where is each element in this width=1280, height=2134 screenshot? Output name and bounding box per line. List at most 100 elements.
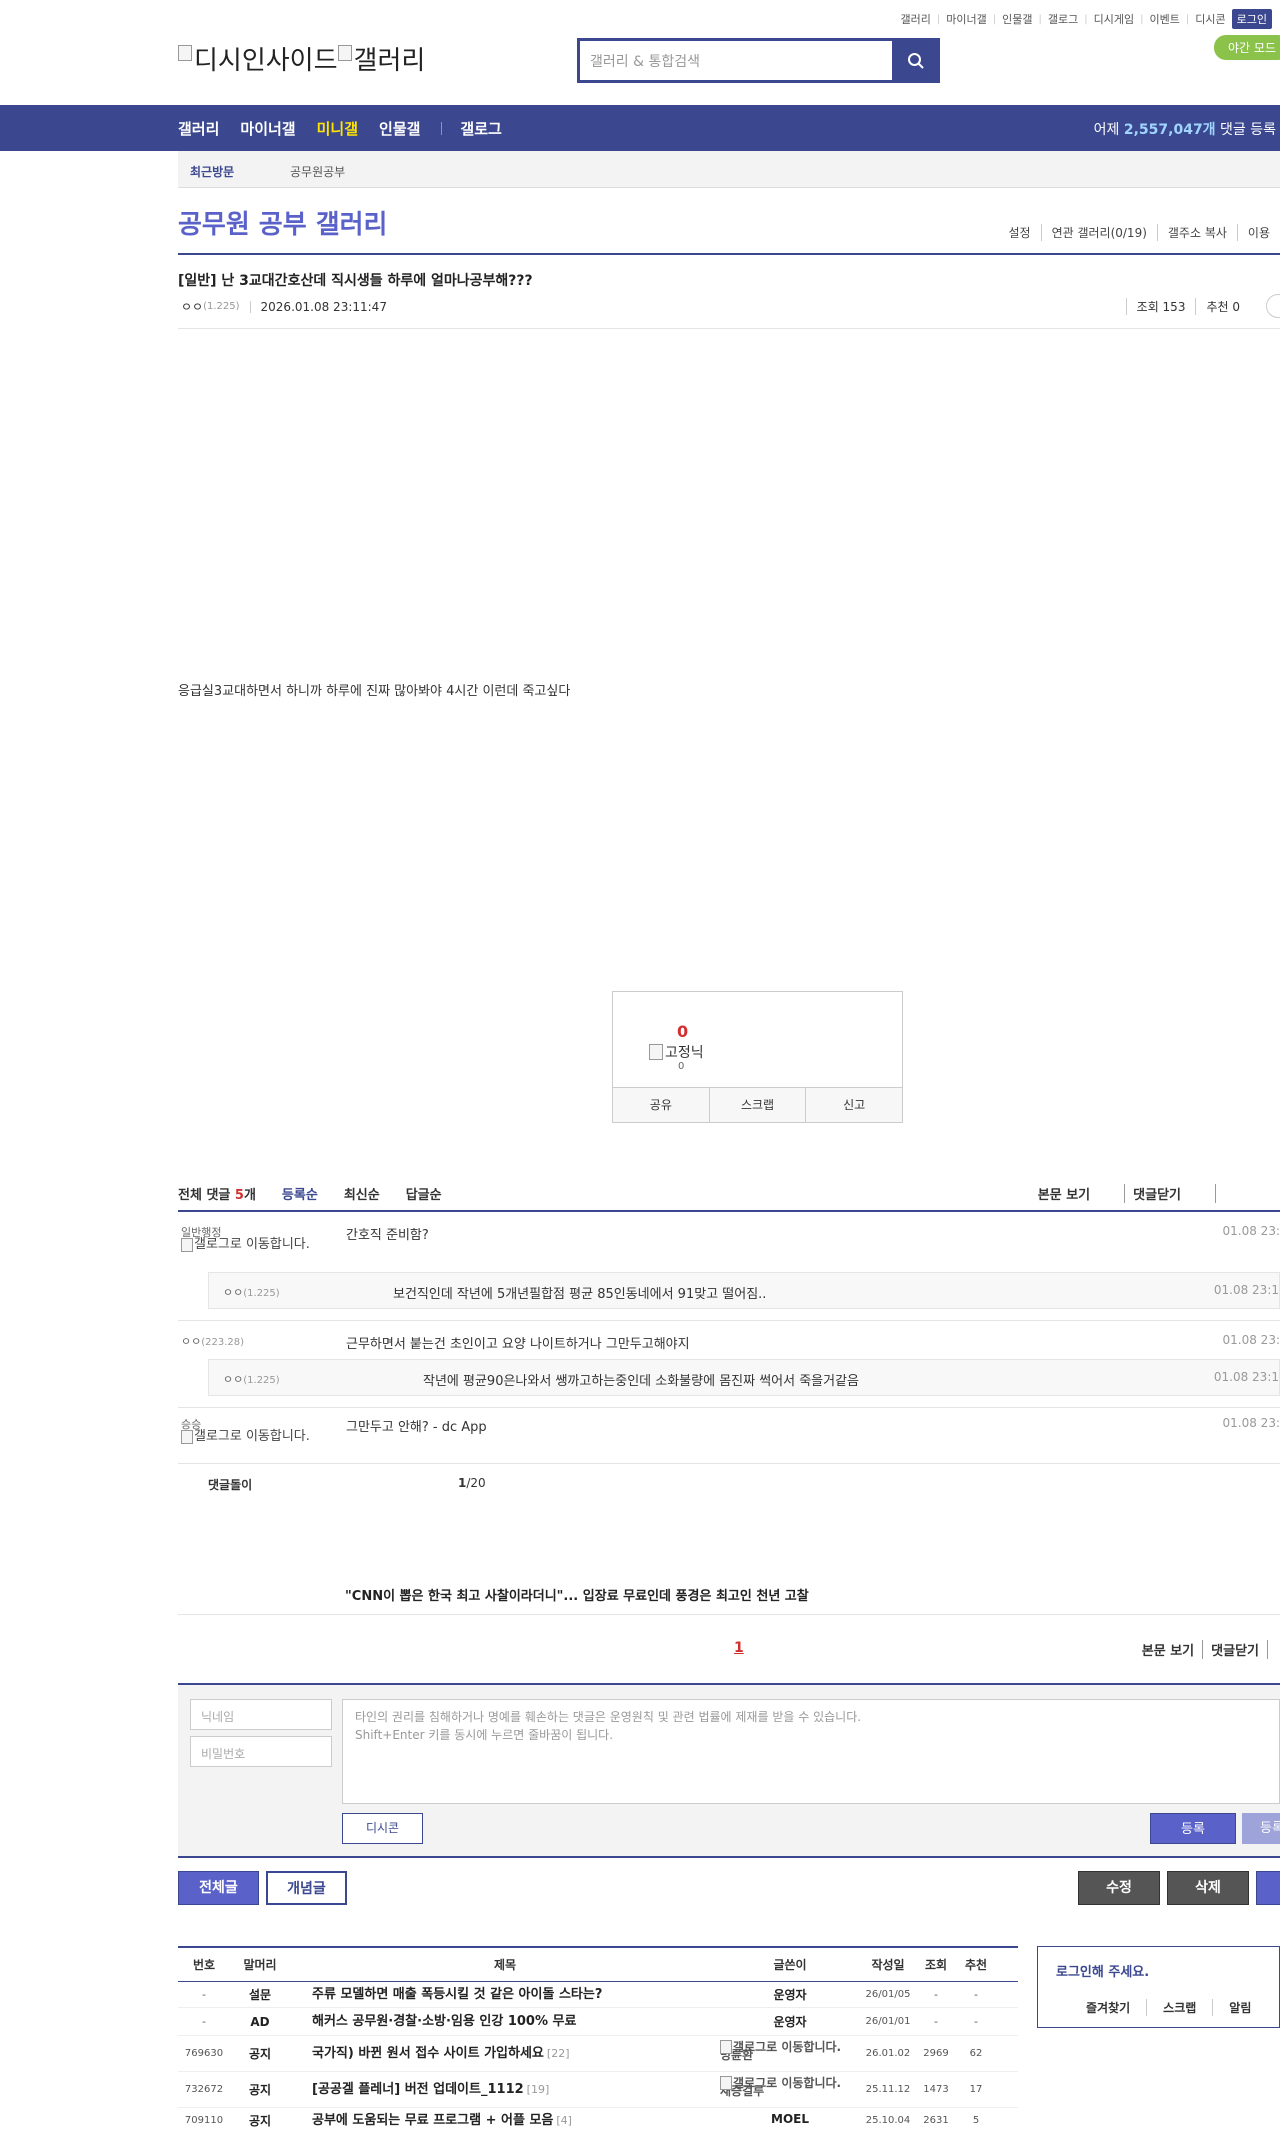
comment-date: 01.08 23:	[1222, 1333, 1280, 1347]
dccon-button[interactable]: 디시콘	[342, 1813, 423, 1844]
row-views: 2631	[923, 2115, 949, 2126]
search-button[interactable]	[895, 41, 937, 80]
nickname-input[interactable]: 닉네임	[190, 1699, 332, 1730]
nav-gallog[interactable]: 갤로그	[460, 118, 501, 139]
row-date: 26/01/01	[865, 2016, 911, 2027]
favorites-link[interactable]: 즐겨찾기	[1038, 1999, 1146, 2016]
notification-link[interactable]: 알림	[1212, 1999, 1267, 2016]
row-subject[interactable]: 공부에 도움되는 무료 프로그램 + 어플 모음 [4]	[312, 2108, 712, 2134]
broken-image-icon	[178, 44, 192, 61]
row-subject[interactable]: 국가직) 바뀐 원서 접수 사이트 가입하세요 [22]	[312, 2036, 712, 2072]
table-row[interactable]: - AD 해커스 공무원·경찰·소방·임용 인강 100% 무료 운영자 26/…	[178, 2008, 1018, 2036]
table-row[interactable]: 732672 공지 [공공겔 플레너] 버전 업데이트_1112 [19] 재증걸…	[178, 2072, 1018, 2108]
top-link-event[interactable]: 이벤트	[1150, 11, 1180, 27]
comment-jump-button[interactable]	[1266, 294, 1280, 318]
row-reco: 17	[969, 2084, 983, 2095]
row-subject[interactable]: [공공겔 플레너] 버전 업데이트_1112 [19]	[312, 2072, 712, 2108]
comment-nick-ip: (223.28)	[201, 1337, 245, 1348]
top-link-gallery[interactable]: 갤러리	[901, 11, 931, 27]
gallery-tools: 설정 연관 갤러리(0/19) 갤주소 복사 이용	[998, 224, 1280, 241]
reply-nick[interactable]: ㅇㅇ(1.225)	[223, 1284, 280, 1300]
top-link-game[interactable]: 디시게임	[1094, 11, 1134, 27]
row-num: 732672	[184, 2084, 224, 2095]
close-comments-link[interactable]: 댓글닫기	[1202, 1640, 1267, 1659]
table-row[interactable]: - 설문 주류 모델하면 매출 폭등시킬 것 같은 아이돌 스타는? 운영자 2…	[178, 1982, 1018, 2008]
password-input[interactable]: 비밀번호	[190, 1736, 332, 1767]
broken-image-icon	[720, 2076, 732, 2090]
tool-settings[interactable]: 설정	[998, 224, 1040, 241]
tool-usage[interactable]: 이용	[1236, 224, 1280, 241]
post-author[interactable]: ㅇㅇ	[181, 298, 203, 315]
gallog-link[interactable]: 갤로그로 이동합니다.	[181, 1430, 311, 1444]
col-date: 작성일	[871, 1958, 905, 1972]
gallog-link[interactable]: 갤로그로 이동합니다.	[720, 2076, 841, 2090]
report-button[interactable]: 신고	[805, 1088, 902, 1122]
top-link-gallog[interactable]: 갤로그	[1048, 11, 1078, 27]
submit-button[interactable]: 등록	[1150, 1813, 1236, 1844]
submit-recommend-button[interactable]: 등록	[1242, 1813, 1280, 1844]
bot-page-total: /20	[466, 1476, 486, 1490]
sort-registered[interactable]: 등록순	[282, 1184, 318, 1203]
edit-button[interactable]: 수정	[1078, 1871, 1160, 1905]
sort-reply[interactable]: 답글순	[406, 1184, 442, 1203]
search-input[interactable]: 갤러리 & 통합검색	[580, 41, 895, 80]
login-button[interactable]: 로그인	[1231, 9, 1272, 29]
post-recommend: 추천 0	[1195, 298, 1250, 315]
view-body-link[interactable]: 본문 보기	[1134, 1640, 1202, 1659]
gallog-link[interactable]: 갤로그로 이동합니다.	[720, 2040, 841, 2054]
row-writer[interactable]: 운영자	[720, 2008, 860, 2036]
concept-posts-button[interactable]: 개념글	[266, 1871, 347, 1905]
delete-button[interactable]: 삭제	[1167, 1871, 1249, 1905]
fixed-nick-recommend[interactable]: 고정닉	[649, 1042, 704, 1062]
nav-minor[interactable]: 마이너갤	[240, 118, 295, 139]
ad-link[interactable]: "CNN이 뽑은 한국 최고 사찰이라더니"... 입장료 무료인데 풍경은 최…	[345, 1585, 809, 1604]
search-icon	[908, 52, 924, 69]
close-comments-link[interactable]: 댓글닫기	[1124, 1184, 1189, 1203]
recent-item[interactable]: 공무원공부	[290, 163, 345, 180]
night-mode-button[interactable]: 야간 모드	[1214, 35, 1280, 60]
tool-copy-url[interactable]: 갤주소 복사	[1156, 224, 1237, 241]
table-row[interactable]: 709110 공지 공부에 도움되는 무료 프로그램 + 어플 모음 [4] MO…	[178, 2108, 1018, 2134]
comment-pager-current[interactable]: 1	[734, 1640, 744, 1656]
reply-date: 01.08 23:1	[1213, 1283, 1279, 1297]
post-date: 2026.01.08 23:11:47	[260, 299, 387, 314]
tool-related[interactable]: 연관 갤러리(0/19)	[1040, 224, 1157, 241]
all-posts-button[interactable]: 전체글	[178, 1871, 259, 1905]
top-link-dccon[interactable]: 디시콘	[1195, 11, 1225, 27]
share-button[interactable]: 공유	[613, 1088, 709, 1122]
refresh-link[interactable]	[1267, 1640, 1280, 1659]
login-prompt[interactable]: 로그인해 주세요.	[1056, 1961, 1149, 1980]
reply-item: ㅇㅇ(1.225) 보건직인데 작년에 5개년필합점 평균 85인동네에서 91…	[208, 1272, 1280, 1309]
comment-total: 전체 댓글 5개	[178, 1184, 256, 1203]
gallery-title[interactable]: 공무원 공부 갤러리	[178, 204, 387, 241]
site-logo[interactable]: 디시인사이드 갤러리	[178, 40, 425, 77]
gallog-link[interactable]: 갤로그로 이동합니다.	[181, 1238, 311, 1252]
nav-person[interactable]: 인물갤	[379, 118, 420, 139]
nav-mini[interactable]: 미니갤	[317, 118, 358, 139]
table-row[interactable]: 769630 공지 국가직) 바뀐 원서 접수 사이트 가입하세요 [22] 빙륜…	[178, 2036, 1018, 2072]
recent-label[interactable]: 최근방문	[190, 163, 234, 180]
col-head: 말머리	[243, 1958, 277, 1972]
post-list-header: 번호 말머리 제목 글쓴이 작성일 조회 추천	[178, 1946, 1018, 1982]
row-writer[interactable]: MOEL	[720, 2112, 860, 2126]
scrap-link[interactable]: 스크랩	[1146, 1999, 1212, 2016]
row-reco: 5	[972, 2115, 980, 2126]
row-subject[interactable]: 해커스 공무원·경찰·소방·임용 인강 100% 무료	[312, 2008, 712, 2036]
comment-textarea[interactable]: 타인의 권리를 침해하거나 명예를 훼손하는 댓글은 운영원칙 및 관련 법률에…	[342, 1699, 1280, 1804]
top-link-person[interactable]: 인물갤	[1002, 11, 1032, 27]
scrap-button[interactable]: 스크랩	[708, 1088, 806, 1122]
refresh-link[interactable]	[1215, 1184, 1232, 1203]
reply-nick[interactable]: ㅇㅇ(1.225)	[223, 1371, 280, 1387]
col-views: 조회	[924, 1958, 948, 1972]
view-body-link[interactable]: 본문 보기	[1030, 1184, 1098, 1203]
row-subject[interactable]: 주류 모델하면 매출 폭등시킬 것 같은 아이돌 스타는?	[312, 1982, 712, 2008]
top-link-minor[interactable]: 마이너갤	[946, 11, 986, 27]
search-box: 갤러리 & 통합검색	[577, 38, 940, 83]
broken-image-icon	[649, 1044, 663, 1060]
broken-image-icon	[181, 1430, 193, 1444]
write-button[interactable]	[1256, 1871, 1280, 1905]
sort-latest[interactable]: 최신순	[344, 1184, 380, 1203]
comment-nick[interactable]: ㅇㅇ(223.28)	[181, 1333, 244, 1349]
row-writer[interactable]: 운영자	[720, 1982, 860, 2008]
nav-gallery[interactable]: 갤러리	[178, 118, 219, 139]
